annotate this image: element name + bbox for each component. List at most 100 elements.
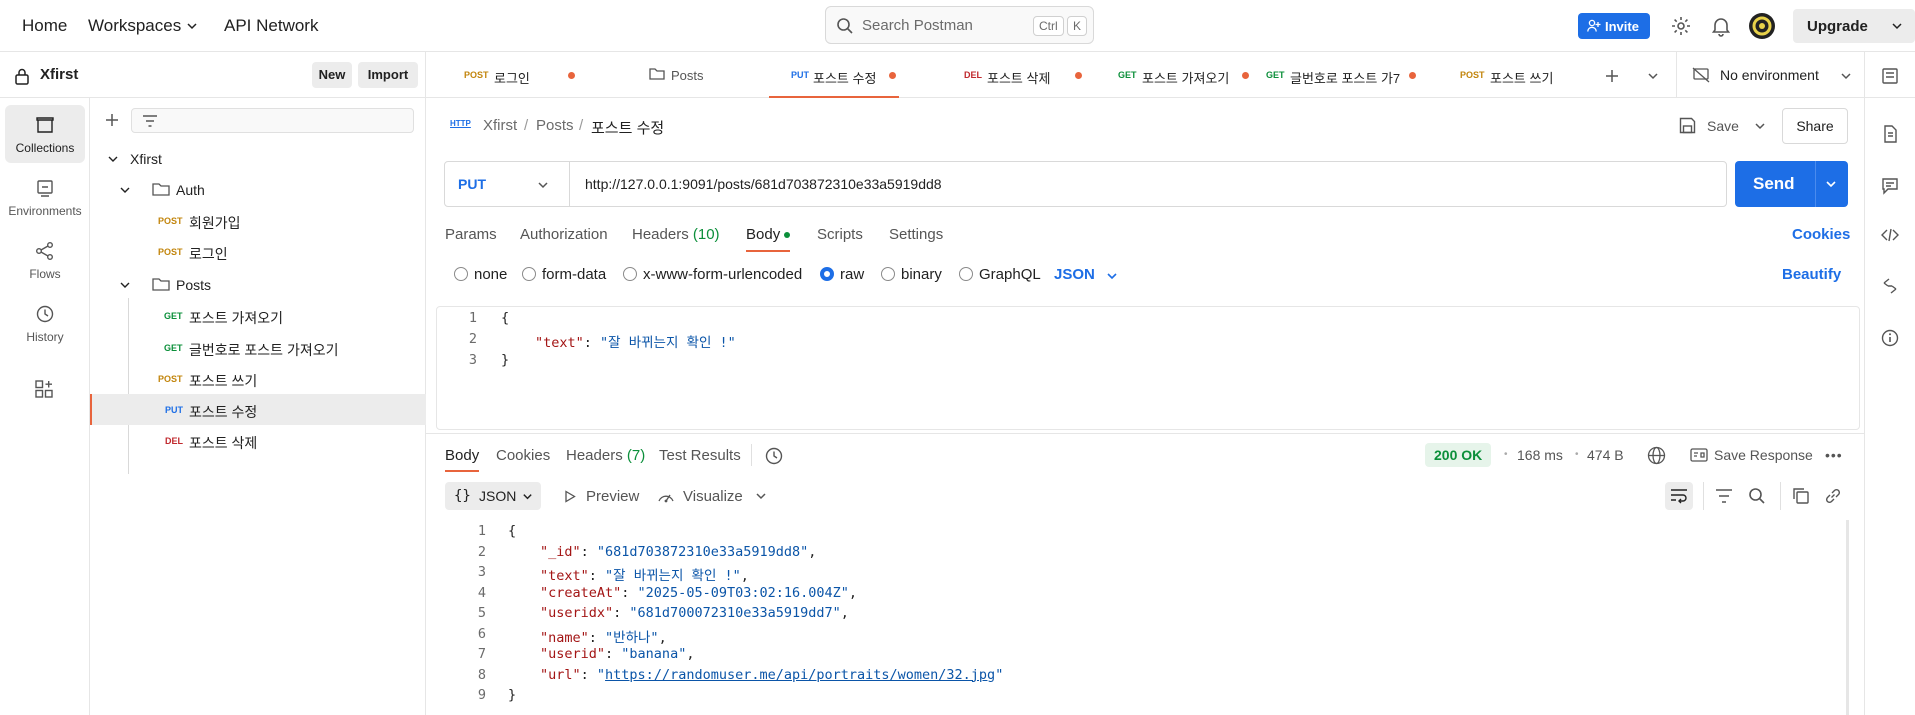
new-button[interactable]: New [312,62,352,88]
method-badge: DEL [165,436,183,446]
line-number: 5 [477,605,486,621]
response-tab-test-results[interactable]: Test Results [659,447,741,464]
rail-environments[interactable]: Environments [5,168,85,226]
tab-headers[interactable]: Headers (10) [632,226,720,243]
send-button[interactable]: Send [1735,161,1848,207]
tab-create-post[interactable]: POST 포스트 쓰기 [1460,52,1570,98]
search-icon [836,17,854,35]
tree-request-create-post[interactable]: POST 포스트 쓰기 [90,363,426,394]
radio-label: GraphQL [979,266,1041,283]
add-icon[interactable] [104,112,120,128]
response-tab-cookies[interactable]: Cookies [496,447,550,464]
globe-icon[interactable] [1647,446,1666,465]
preview-button[interactable]: Preview [560,482,640,510]
method-badge: GET [164,343,183,353]
add-tab-icon[interactable] [1604,68,1620,84]
tree-request-signup[interactable]: POST 회원가입 [90,205,426,236]
wrap-lines-button[interactable] [1665,482,1693,510]
save-response-button[interactable]: Save Response [1690,444,1820,468]
share-button[interactable]: Share [1782,108,1848,144]
tab-params[interactable]: Params [445,226,497,243]
rail-history[interactable]: History [5,294,85,352]
search-bar[interactable]: Search Postman Ctrl K [825,6,1094,44]
request-body-editor[interactable]: 1 { 2 "text": "잘 바뀌는지 확인 !" 3 } [436,306,1860,430]
invite-button[interactable]: Invite [1578,13,1650,39]
code-line: 7 "userid": "banana", [436,643,1848,664]
environment-quicklook-icon[interactable] [1881,67,1899,85]
rail-flows[interactable]: Flows [5,231,85,289]
filter-input[interactable] [131,108,414,133]
breadcrumb-folder[interactable]: Posts [536,117,574,134]
tree-collection-xfirst[interactable]: Xfirst [90,143,426,174]
tab-scripts[interactable]: Scripts [817,226,863,243]
tab-delete-post[interactable]: DEL 포스트 삭제 [926,52,1082,98]
nav-workspaces[interactable]: Workspaces [88,16,181,36]
chevron-down-icon[interactable] [1754,120,1766,132]
pane-divider[interactable] [426,433,1864,434]
chevron-down-icon [1840,70,1852,82]
search-icon[interactable] [1748,487,1766,505]
bell-icon[interactable] [1710,15,1732,37]
chevron-down-icon[interactable] [1891,20,1903,32]
link-icon[interactable] [1824,487,1842,505]
tab-get-posts[interactable]: GET 포스트 가져오기 [1118,52,1249,98]
response-format-selector[interactable]: {} JSON [445,482,541,510]
save-button[interactable]: Save [1679,110,1759,142]
info-icon[interactable] [1881,329,1899,347]
top-bar: Home Workspaces API Network Search Postm… [0,0,1915,52]
format-selector[interactable]: JSON [1054,266,1124,286]
tree-request-get-post-by-id[interactable]: GET 글번호로 포스트 가져오기 [90,332,426,363]
copy-icon[interactable] [1792,487,1810,505]
tree-label: 포스트 가져오기 [189,310,284,326]
method-selector[interactable]: PUT [445,162,570,206]
rail-label: Environments [8,204,82,218]
response-tab-body[interactable]: Body [445,447,479,464]
comments-icon[interactable] [1881,177,1899,195]
radio-label: none [474,266,508,283]
url-link[interactable]: https://randomuser.me/api/portraits/wome… [605,667,995,683]
tab-settings[interactable]: Settings [889,226,943,243]
line-number: 9 [477,687,486,703]
rail-collections[interactable]: Collections [5,105,85,163]
response-tab-headers[interactable]: Headers (7) [566,447,645,464]
breadcrumb-root[interactable]: Xfirst [483,117,517,134]
beautify-link[interactable]: Beautify [1782,266,1841,283]
filter-icon[interactable] [1715,488,1733,504]
response-size[interactable]: 474 B [1587,447,1624,463]
environment-selector[interactable]: No environment [1676,52,1864,98]
tab-label: 포스트 수정 [813,71,877,86]
upgrade-button[interactable]: Upgrade [1793,9,1915,43]
related-collections-icon[interactable] [1881,277,1899,295]
tree-request-login[interactable]: POST 로그인 [90,236,426,267]
tree-request-get-posts[interactable]: GET 포스트 가져오기 [90,300,426,331]
tab-get-post-by-id[interactable]: GET 글번호로 포스트 가7 [1266,52,1416,98]
documentation-icon[interactable] [1881,125,1899,143]
tree-request-update-post[interactable]: PUT 포스트 수정 [90,394,426,425]
cookies-link[interactable]: Cookies [1792,226,1850,243]
tree-folder-auth[interactable]: Auth [90,174,426,205]
tab-authorization[interactable]: Authorization [520,226,608,243]
status-badge[interactable]: 200 OK [1425,443,1492,467]
code-icon[interactable] [1881,226,1899,244]
history-icon[interactable] [764,446,784,466]
tab-body[interactable]: Body [746,226,780,243]
more-icon[interactable]: ••• [1825,447,1843,463]
chevron-down-icon[interactable] [755,490,767,502]
url-input[interactable]: http://127.0.0.1:9091/posts/681d70387231… [585,176,942,192]
nav-home[interactable]: Home [22,16,67,36]
chevron-down-icon[interactable] [1647,70,1659,82]
gear-icon[interactable] [1670,15,1692,37]
chevron-down-icon[interactable] [1825,178,1837,190]
tab-update-post[interactable]: PUT 포스트 수정 [769,52,899,98]
tree-folder-posts[interactable]: Posts [90,269,426,300]
radio-circle [820,267,834,281]
active-tab-indicator [445,470,479,472]
tree-request-delete-post[interactable]: DEL 포스트 삭제 [90,425,426,456]
response-time[interactable]: 168 ms [1517,447,1563,463]
import-button[interactable]: Import [358,62,418,88]
nav-api-network[interactable]: API Network [224,16,318,36]
tab-login[interactable]: POST 로그인 [464,52,584,98]
tab-posts[interactable]: Posts [649,52,769,98]
avatar[interactable] [1748,12,1776,40]
add-apps-icon[interactable] [34,379,54,399]
